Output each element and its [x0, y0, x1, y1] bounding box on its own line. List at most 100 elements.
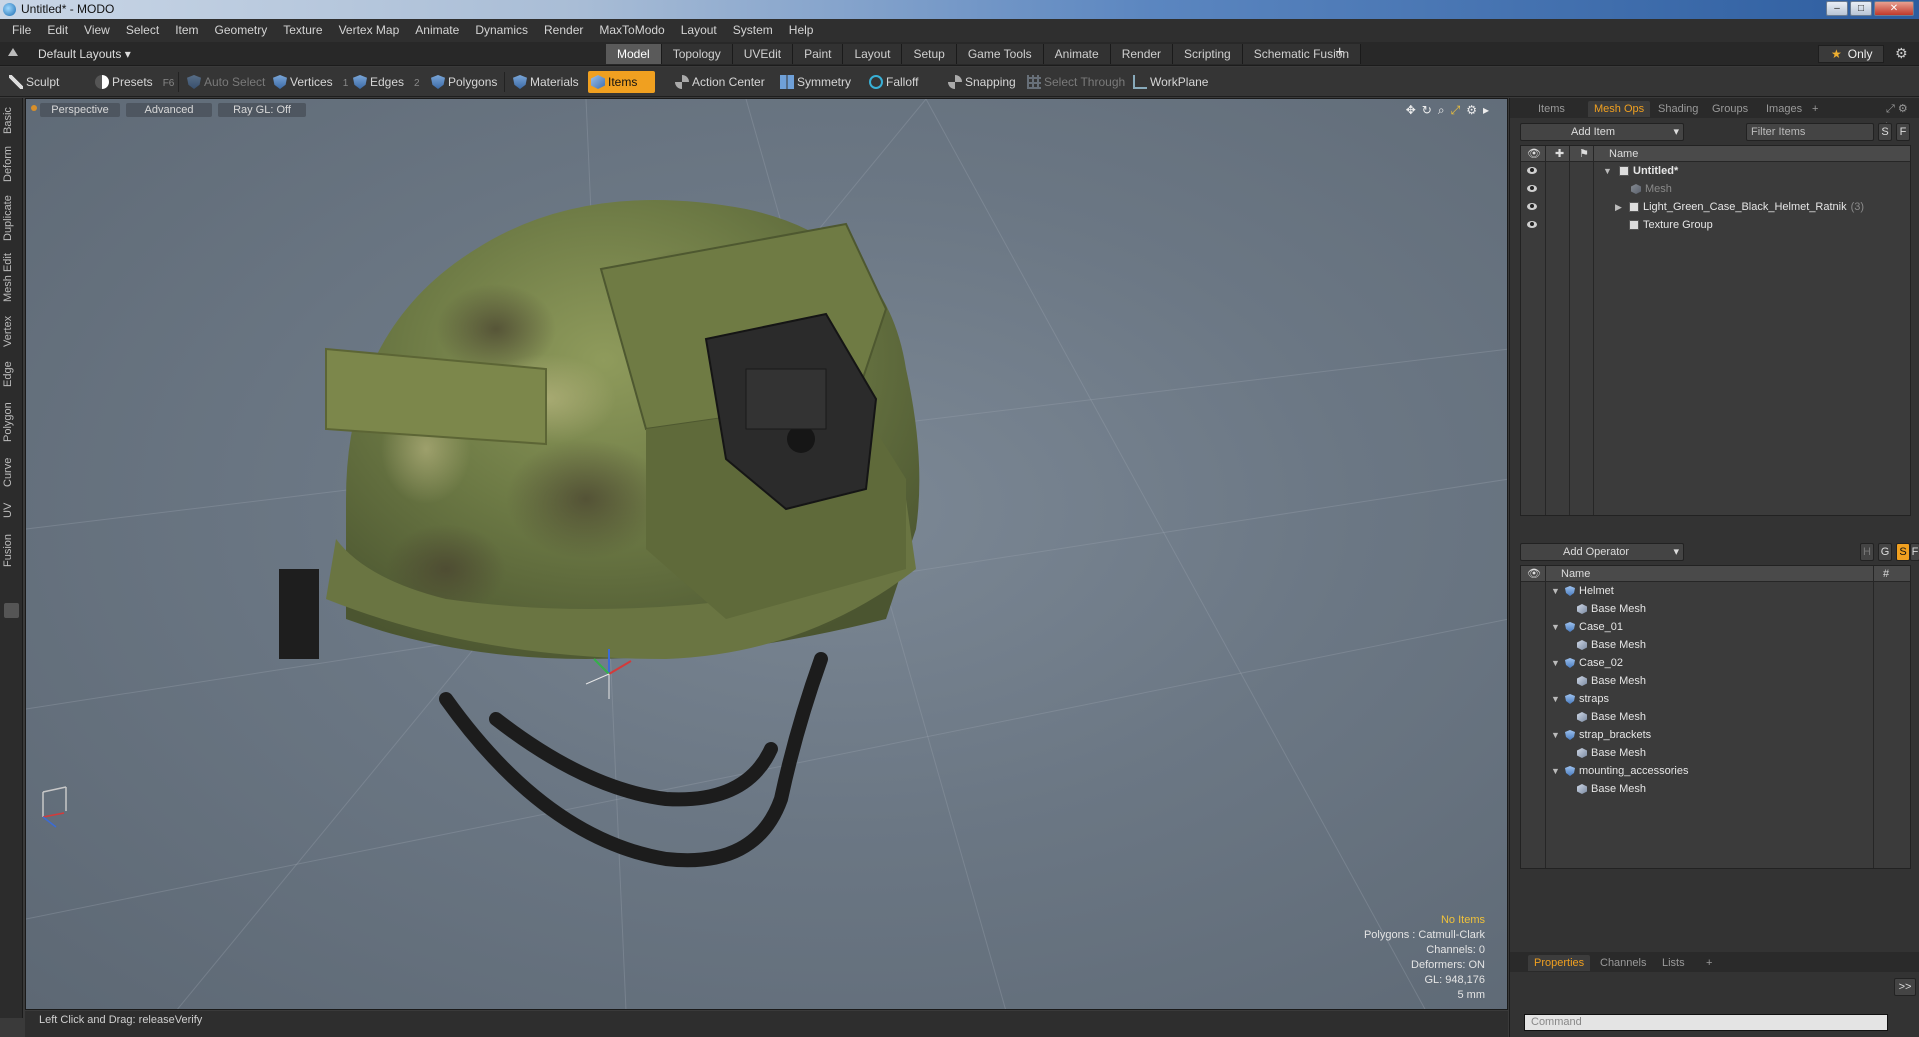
view-mode-dropdown[interactable]: Perspective — [40, 103, 120, 117]
list-item[interactable]: ▶ Light_Green_Case_Black_Helmet_Ratnik (3… — [1521, 198, 1910, 216]
menu-maxtomodo[interactable]: MaxToModo — [591, 19, 672, 42]
snapping-button[interactable]: Snapping — [945, 71, 1016, 93]
close-button[interactable]: ✕ — [1874, 1, 1914, 16]
symmetry-button[interactable]: Symmetry — [777, 71, 851, 93]
list-item[interactable]: ▼ Helmet — [1521, 582, 1910, 600]
menu-help[interactable]: Help — [781, 19, 822, 42]
list-item[interactable]: ▼ Untitled* — [1521, 162, 1910, 180]
tab-animate[interactable]: Animate — [1043, 44, 1111, 64]
maximize-button[interactable]: □ — [1850, 1, 1872, 16]
menu-animate[interactable]: Animate — [407, 19, 467, 42]
visibility-column-icon[interactable]: 👁 — [1527, 566, 1541, 582]
menu-system[interactable]: System — [725, 19, 781, 42]
tab-mesh-ops[interactable]: Mesh Ops — [1588, 101, 1651, 117]
visibility-eye-icon[interactable] — [1527, 185, 1537, 192]
vtab-uv[interactable]: UV — [2, 498, 21, 522]
vtab-fusion[interactable]: Fusion — [2, 530, 21, 570]
visibility-eye-icon[interactable] — [1527, 221, 1537, 228]
tab-render[interactable]: Render — [1110, 44, 1174, 64]
tab-properties[interactable]: Properties — [1528, 955, 1591, 971]
presets-button[interactable]: Presets F6 — [92, 71, 174, 93]
list-item[interactable]: Base Mesh — [1521, 636, 1910, 654]
s-button[interactable]: S — [1878, 123, 1892, 141]
lock-column-icon[interactable]: ✚ — [1555, 146, 1564, 162]
vtab-vertex[interactable]: Vertex — [2, 312, 21, 350]
viewport-options-dot[interactable] — [31, 105, 37, 111]
shading-dropdown[interactable]: Advanced — [126, 103, 212, 117]
add-panel-tab-button[interactable]: + — [1806, 101, 1824, 117]
list-item[interactable]: Mesh — [1521, 180, 1910, 198]
list-item[interactable]: Base Mesh — [1521, 744, 1910, 762]
items-button[interactable]: Items — [588, 71, 656, 93]
only-toggle-button[interactable]: ★ Only — [1818, 45, 1884, 63]
pan-icon[interactable]: ✥ — [1406, 103, 1416, 118]
visibility-eye-icon[interactable] — [1527, 203, 1537, 210]
visibility-eye-icon[interactable] — [1527, 167, 1537, 174]
expand-triangle-icon[interactable]: ▼ — [1551, 582, 1560, 600]
tab-uvedit[interactable]: UVEdit — [732, 44, 794, 64]
add-props-tab-button[interactable]: + — [1700, 955, 1718, 971]
add-layout-tab-button[interactable]: + — [1335, 44, 1344, 62]
tab-topology[interactable]: Topology — [661, 44, 733, 64]
default-layouts-dropdown[interactable]: Default Layouts ▾ — [38, 47, 131, 61]
vertices-button[interactable]: Vertices 1 — [270, 71, 348, 93]
materials-button[interactable]: Materials — [510, 71, 579, 93]
polygons-button[interactable]: Polygons — [428, 71, 497, 93]
expand-triangle-icon[interactable]: ▼ — [1551, 726, 1560, 744]
vtab-edge[interactable]: Edge — [2, 358, 21, 390]
menu-select[interactable]: Select — [118, 19, 167, 42]
tab-images[interactable]: Images — [1760, 101, 1808, 117]
expand-triangle-icon[interactable]: ▼ — [1551, 762, 1560, 780]
list-item[interactable]: Base Mesh — [1521, 672, 1910, 690]
menu-render[interactable]: Render — [536, 19, 591, 42]
strip-toggle-button[interactable] — [4, 603, 19, 618]
menu-edit[interactable]: Edit — [39, 19, 76, 42]
zoom-icon[interactable]: ⌕ — [1438, 103, 1445, 118]
tab-setup[interactable]: Setup — [902, 44, 957, 64]
vtab-polygon[interactable]: Polygon — [2, 398, 21, 446]
vtab-basic[interactable]: Basic — [2, 104, 21, 138]
list-item[interactable]: Texture Group — [1521, 216, 1910, 234]
flag-column-icon[interactable]: ⚑ — [1579, 146, 1589, 162]
maximize-icon[interactable]: ⤢ — [1451, 103, 1461, 118]
3d-viewport[interactable]: Perspective Advanced Ray GL: Off ✥ ↻ ⌕ ⤢… — [25, 98, 1508, 1010]
panel-popout-icon[interactable]: ⤢ ⚙ ▸ — [1880, 101, 1919, 131]
expand-triangle-icon[interactable]: ▼ — [1551, 654, 1560, 672]
sculpt-button[interactable]: Sculpt — [6, 71, 59, 93]
raygl-toggle[interactable]: Ray GL: Off — [218, 103, 306, 117]
workplane-button[interactable]: WorkPlane — [1130, 71, 1208, 93]
expand-triangle-icon[interactable]: ▼ — [1551, 618, 1560, 636]
collapse-up-icon[interactable] — [8, 48, 18, 56]
minimize-button[interactable]: – — [1826, 1, 1848, 16]
g-button[interactable]: G — [1878, 543, 1892, 561]
expand-triangle-icon[interactable]: ▼ — [1551, 690, 1560, 708]
menu-layout[interactable]: Layout — [673, 19, 725, 42]
menu-vertex-map[interactable]: Vertex Map — [331, 19, 408, 42]
menu-file[interactable]: File — [4, 19, 39, 42]
menu-texture[interactable]: Texture — [275, 19, 330, 42]
f-ops-button[interactable]: F — [1910, 543, 1919, 561]
visibility-column-icon[interactable]: 👁 — [1527, 146, 1541, 162]
gear-icon[interactable]: ⚙ — [1895, 45, 1908, 62]
vtab-curve[interactable]: Curve — [2, 454, 21, 490]
h-button[interactable]: H — [1860, 543, 1874, 561]
vtab-duplicate[interactable]: Duplicate — [2, 192, 21, 244]
expand-triangle-icon[interactable]: ▼ — [1603, 162, 1612, 180]
list-item[interactable]: ▼ Case_01 — [1521, 618, 1910, 636]
list-item[interactable]: Base Mesh — [1521, 600, 1910, 618]
tab-groups[interactable]: Groups — [1706, 101, 1754, 117]
tab-layout[interactable]: Layout — [843, 44, 903, 64]
expand-button[interactable]: >> — [1894, 978, 1916, 996]
list-item[interactable]: ▼ strap_brackets — [1521, 726, 1910, 744]
list-item[interactable]: Base Mesh — [1521, 780, 1910, 798]
viewport-gear-icon[interactable]: ⚙ — [1466, 103, 1477, 118]
viewport-menu-arrow-icon[interactable]: ▸ — [1483, 103, 1489, 118]
list-item[interactable]: ▼ mounting_accessories — [1521, 762, 1910, 780]
menu-dynamics[interactable]: Dynamics — [467, 19, 536, 42]
expand-triangle-icon[interactable]: ▶ — [1615, 198, 1622, 216]
rotate-icon[interactable]: ↻ — [1422, 103, 1432, 118]
select-through-button[interactable]: Select Through — [1024, 71, 1125, 93]
menu-geometry[interactable]: Geometry — [207, 19, 276, 42]
tab-lists[interactable]: Lists — [1656, 955, 1691, 971]
tab-shading[interactable]: Shading — [1652, 101, 1704, 117]
